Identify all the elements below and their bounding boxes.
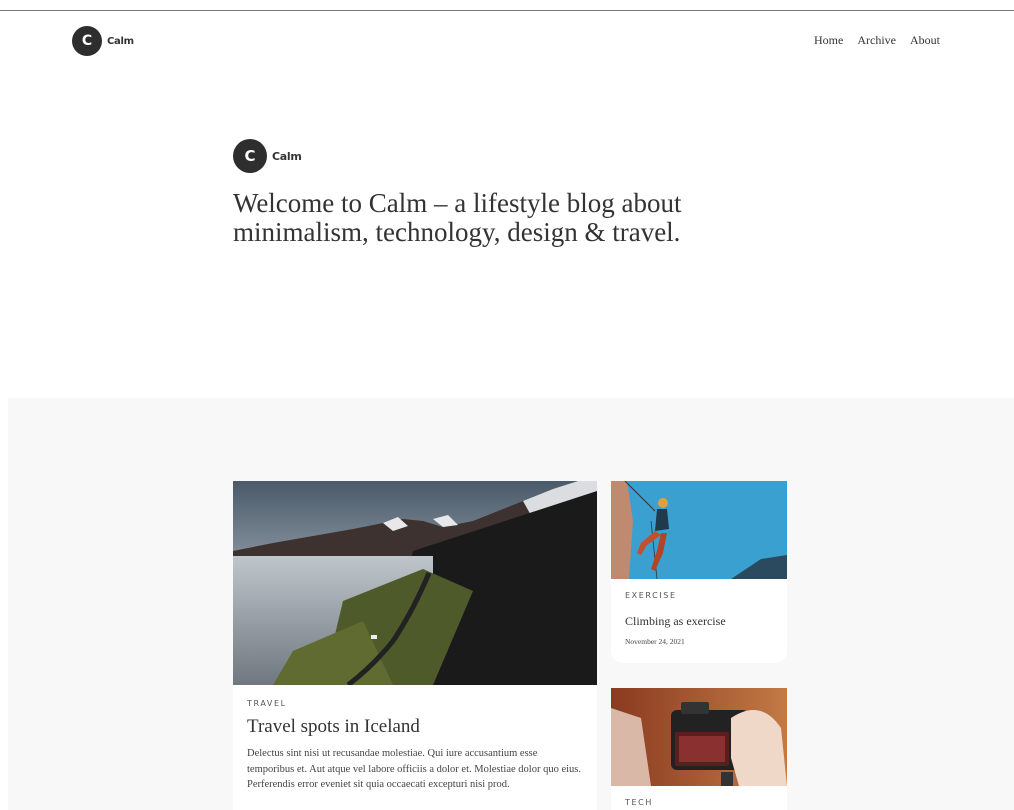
post-category[interactable]: EXERCISE (625, 591, 787, 600)
post-title[interactable]: Travel spots in Iceland (247, 716, 597, 738)
post-excerpt: Delectus sint nisi ut recusandae molesti… (247, 748, 581, 790)
post-date: November 24, 2021 (625, 637, 685, 646)
post-card-tech[interactable]: TECH (611, 688, 787, 810)
hero-logo-mark: C (233, 139, 267, 173)
hero-title: Welcome to Calm – a lifestyle blog about… (233, 188, 682, 247)
hero-logo: C Calm (233, 139, 753, 173)
top-border (0, 10, 1014, 11)
nav-home[interactable]: Home (814, 33, 843, 48)
site-logo[interactable]: C Calm (72, 26, 940, 56)
site-header: C Calm Home Archive About (72, 26, 940, 56)
post-category[interactable]: TECH (625, 798, 787, 807)
post-card-climbing[interactable]: EXERCISE Climbing as exercise November 2… (611, 481, 787, 663)
logo-name: Calm (107, 35, 134, 47)
post-card-iceland[interactable]: TRAVEL Travel spots in Iceland Delectus … (233, 481, 597, 810)
logo-mark: C (72, 26, 102, 56)
post-feed: TRAVEL Travel spots in Iceland Delectus … (8, 398, 1014, 810)
main-nav: Home Archive About (814, 33, 940, 48)
nav-archive[interactable]: Archive (857, 33, 896, 48)
post-image-climbing[interactable] (611, 481, 787, 579)
post-title[interactable]: Climbing as exercise (625, 614, 787, 629)
post-category[interactable]: TRAVEL (247, 699, 597, 708)
hero: C Calm Welcome to Calm – a lifestyle blo… (233, 139, 753, 247)
nav-about[interactable]: About (910, 33, 940, 48)
post-image-iceland[interactable] (233, 481, 597, 685)
post-image-tech[interactable] (611, 688, 787, 786)
hero-logo-name: Calm (272, 149, 302, 163)
